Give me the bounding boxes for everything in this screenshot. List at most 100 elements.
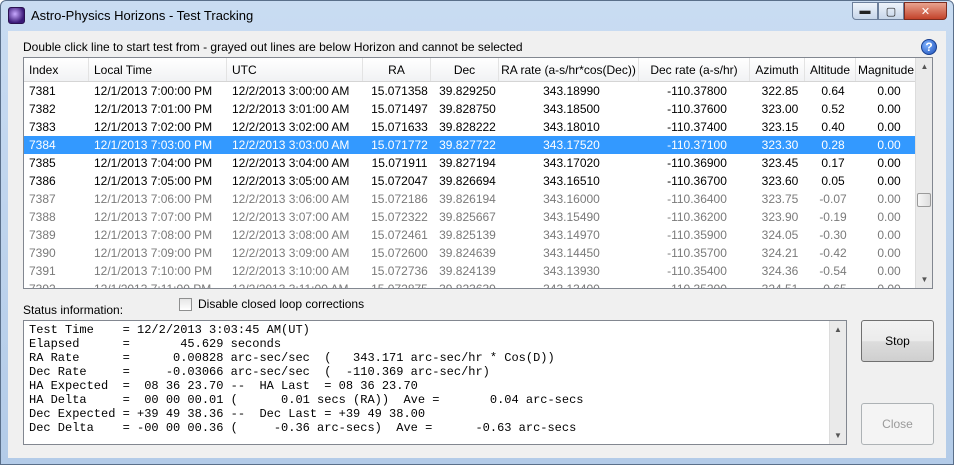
table-cell: 7381 — [29, 84, 56, 98]
table-cell: -110.37800 — [667, 84, 727, 98]
table-cell: -110.37100 — [667, 138, 727, 152]
table-row[interactable]: 7382 12/1/2013 7:01:00 PM 12/2/2013 3:01:0… — [24, 100, 932, 118]
test-tracking-window: Astro-Physics Horizons - Test Tracking ▬… — [0, 0, 954, 465]
table-cell: 0.05 — [821, 174, 845, 188]
status-scrollbar[interactable]: ▲ ▼ — [829, 321, 846, 444]
stop-button[interactable]: Stop — [861, 320, 934, 362]
table-cell: 343.13400 — [543, 282, 600, 289]
table-cell: 324.36 — [761, 264, 799, 278]
column-header[interactable]: Azimuth — [750, 58, 805, 81]
table-cell: 0.00 — [877, 138, 901, 152]
table-cell: 323.00 — [761, 102, 799, 116]
table-row[interactable]: 7381 12/1/2013 7:00:00 PM 12/2/2013 3:00:0… — [24, 82, 932, 100]
table-cell: -110.35700 — [667, 246, 727, 260]
table-cell: 15.072736 — [371, 264, 428, 278]
scroll-down-icon[interactable]: ▼ — [916, 271, 932, 288]
column-header[interactable]: Magnitude — [856, 58, 917, 81]
table-cell: 7389 — [29, 228, 56, 242]
table-cell: 39.823639 — [439, 282, 496, 289]
column-header[interactable]: Altitude — [805, 58, 856, 81]
table-cell: 39.826194 — [439, 192, 496, 206]
table-cell: 39.824639 — [439, 246, 496, 260]
table-cell: 7383 — [29, 120, 56, 134]
table-cell: -0.42 — [819, 246, 847, 260]
table-cell: 15.072322 — [371, 210, 428, 224]
table-row[interactable]: 7385 12/1/2013 7:04:00 PM 12/2/2013 3:04:0… — [24, 154, 932, 172]
table-cell: 12/2/2013 3:03:00 AM — [232, 138, 350, 152]
table-row: 7389 12/1/2013 7:08:00 PM 12/2/2013 3:08:0… — [24, 226, 932, 244]
column-header[interactable]: RA rate (a-s/hr*cos(Dec)) — [499, 58, 639, 81]
column-header[interactable]: Index — [24, 58, 89, 81]
table-cell: 12/1/2013 7:03:00 PM — [94, 138, 213, 152]
table-cell: 12/1/2013 7:09:00 PM — [94, 246, 213, 260]
table-row[interactable]: 7383 12/1/2013 7:02:00 PM 12/2/2013 3:02:0… — [24, 118, 932, 136]
table-cell: 0.00 — [877, 210, 901, 224]
table-cell: 0.28 — [821, 138, 845, 152]
table-cell: 15.071911 — [371, 156, 428, 170]
table-cell: 323.90 — [761, 210, 799, 224]
table-cell: 343.17020 — [543, 156, 600, 170]
table-cell: -110.37400 — [667, 120, 727, 134]
status-scroll-up-icon[interactable]: ▲ — [830, 321, 846, 338]
status-label: Status information: — [23, 303, 124, 317]
column-header[interactable]: UTC — [227, 58, 363, 81]
table-cell: 7382 — [29, 102, 56, 116]
table-cell: 7390 — [29, 246, 56, 260]
table-cell: 343.14970 — [543, 228, 600, 242]
table-cell: 0.00 — [877, 246, 901, 260]
table-cell: 12/1/2013 7:07:00 PM — [94, 210, 213, 224]
checkbox-label: Disable closed loop corrections — [198, 297, 365, 311]
table-cell: 15.072186 — [371, 192, 428, 206]
status-text-area[interactable]: Test Time = 12/2/2013 3:03:45 AM(UT) Ela… — [23, 320, 847, 445]
table-cell: 0.00 — [877, 282, 901, 289]
client-area: Double click line to start test from - g… — [8, 31, 946, 458]
table-cell: 39.829250 — [439, 84, 496, 98]
table-cell: 12/1/2013 7:02:00 PM — [94, 120, 213, 134]
column-header[interactable]: Local Time — [89, 58, 227, 81]
table-cell: 12/1/2013 7:06:00 PM — [94, 192, 213, 206]
status-text: Test Time = 12/2/2013 3:03:45 AM(UT) Ela… — [29, 323, 584, 435]
table-row[interactable]: 7386 12/1/2013 7:05:00 PM 12/2/2013 3:05:0… — [24, 172, 932, 190]
table-cell: 12/2/2013 3:08:00 AM — [232, 228, 350, 242]
table-cell: 15.071772 — [371, 138, 428, 152]
tracking-table[interactable]: Index Local Time UTC RA Dec RA rate (a-s/hr*c… — [23, 57, 933, 289]
table-cell: 12/2/2013 3:02:00 AM — [232, 120, 350, 134]
column-header[interactable]: Dec — [431, 58, 499, 81]
column-header[interactable]: RA — [363, 58, 431, 81]
table-cell: 39.827194 — [439, 156, 496, 170]
minimize-button[interactable]: ▬ — [852, 2, 878, 20]
table-cell: -0.07 — [819, 192, 847, 206]
table-cell: 0.00 — [877, 174, 901, 188]
table-cell: 323.60 — [761, 174, 799, 188]
table-cell: -110.37600 — [667, 102, 727, 116]
table-row[interactable]: 7384 12/1/2013 7:03:00 PM 12/2/2013 3:03:0… — [24, 136, 932, 154]
table-cell: 7387 — [29, 192, 56, 206]
checkbox-box[interactable] — [179, 297, 192, 311]
scroll-thumb[interactable] — [917, 193, 931, 207]
window-controls: ▬ ▢ ✕ — [852, 2, 947, 20]
table-cell: 15.071633 — [371, 120, 428, 134]
disable-closed-loop-checkbox[interactable]: Disable closed loop corrections — [179, 297, 364, 311]
table-row: 7388 12/1/2013 7:07:00 PM 12/2/2013 3:07:0… — [24, 208, 932, 226]
table-cell: 0.00 — [877, 120, 901, 134]
table-cell: 0.00 — [877, 84, 901, 98]
table-cell: 0.40 — [821, 120, 845, 134]
table-cell: -0.30 — [819, 228, 847, 242]
title-bar[interactable]: Astro-Physics Horizons - Test Tracking ▬… — [1, 1, 953, 30]
table-cell: 343.13930 — [543, 264, 600, 278]
scroll-up-icon[interactable]: ▲ — [916, 58, 932, 75]
status-scroll-down-icon[interactable]: ▼ — [830, 427, 846, 444]
table-cell: 12/2/2013 3:10:00 AM — [232, 264, 350, 278]
instruction-text: Double click line to start test from - g… — [23, 40, 523, 54]
table-cell: 12/2/2013 3:05:00 AM — [232, 174, 350, 188]
close-window-button[interactable]: ✕ — [904, 2, 947, 20]
table-cell: 0.17 — [821, 156, 845, 170]
maximize-button[interactable]: ▢ — [878, 2, 904, 20]
column-header[interactable]: Dec rate (a-s/hr) — [639, 58, 750, 81]
help-icon[interactable]: ? — [921, 39, 937, 55]
table-cell: 39.828750 — [439, 102, 496, 116]
table-body: 7381 12/1/2013 7:00:00 PM 12/2/2013 3:00:0… — [24, 82, 932, 289]
table-cell: 323.75 — [761, 192, 799, 206]
table-cell: 343.18990 — [543, 84, 600, 98]
table-scrollbar[interactable]: ▲ ▼ — [915, 58, 932, 288]
